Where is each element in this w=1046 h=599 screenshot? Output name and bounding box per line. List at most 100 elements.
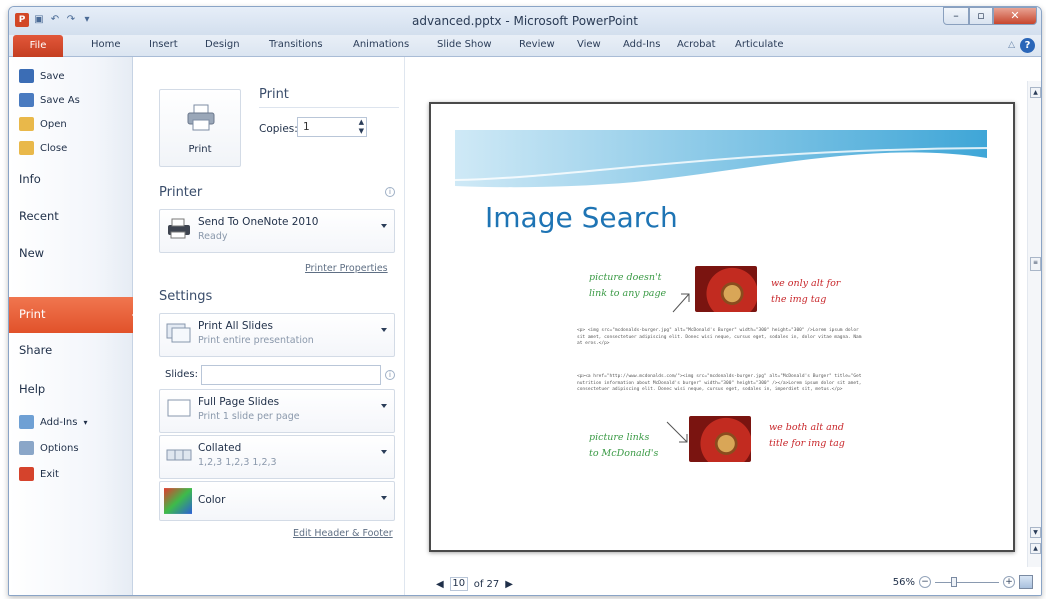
tab-transitions[interactable]: Transitions: [269, 39, 323, 50]
current-page-input[interactable]: 10: [449, 577, 468, 591]
copies-label: Copies:: [259, 123, 298, 135]
title-bar: P ▣ ↶ ↷ ▾ advanced.pptx - Microsoft Powe…: [9, 7, 1041, 35]
edit-header-footer-link[interactable]: Edit Header & Footer: [293, 528, 393, 539]
save-icon: [19, 69, 34, 83]
scroll-down-icon[interactable]: ▼: [1030, 527, 1041, 538]
annotation-green-1: picture doesn't link to any page: [589, 272, 667, 299]
tab-animations[interactable]: Animations: [353, 39, 409, 50]
options-icon: [19, 441, 34, 455]
annotation-arrow-icon: [666, 421, 688, 443]
nav-close[interactable]: Close: [19, 141, 67, 155]
layout-subtitle: Print 1 slide per page: [198, 411, 300, 422]
nav-share[interactable]: Share: [19, 343, 52, 357]
settings-section-title: Settings: [159, 289, 213, 304]
tab-view[interactable]: View: [577, 39, 601, 50]
nav-save[interactable]: Save: [19, 69, 65, 83]
close-button[interactable]: ✕: [993, 7, 1037, 25]
printer-properties-link[interactable]: Printer Properties: [305, 263, 388, 274]
spin-arrows-icon[interactable]: ▲ ▼: [359, 118, 364, 136]
printer-section-title: Printer: [159, 185, 203, 200]
nav-open[interactable]: Open: [19, 117, 67, 131]
zoom-thumb[interactable]: [951, 577, 958, 587]
color-swatch-icon: [164, 488, 192, 514]
print-settings-panel: Print Print Copies: 1 ▲ ▼ Printer i Send …: [133, 57, 405, 595]
nav-info[interactable]: Info: [19, 172, 41, 186]
help-icon[interactable]: ?: [1020, 38, 1035, 53]
zoom-out-icon[interactable]: −: [919, 576, 931, 588]
nav-exit-label: Exit: [40, 468, 59, 480]
copies-value: 1: [303, 121, 310, 133]
window-title: advanced.pptx - Microsoft PowerPoint: [412, 14, 638, 28]
previous-page-icon[interactable]: ▲: [1030, 543, 1041, 554]
zoom-slider[interactable]: [935, 576, 999, 588]
printer-device-icon: [168, 218, 190, 239]
divider: [259, 107, 399, 108]
nav-add-ins[interactable]: Add-Ins ▾: [19, 415, 87, 429]
annotation-red-2: we both alt and title for img tag: [769, 422, 845, 449]
printer-dropdown[interactable]: Send To OneNote 2010 Ready: [159, 209, 395, 253]
zoom-to-page-icon[interactable]: [1019, 575, 1033, 589]
nav-save-as-label: Save As: [40, 94, 80, 106]
tab-insert[interactable]: Insert: [149, 39, 178, 50]
nav-options[interactable]: Options: [19, 441, 79, 455]
print-heading: Print: [259, 87, 289, 102]
collation-dropdown[interactable]: Collated 1,2,3 1,2,3 1,2,3: [159, 435, 395, 479]
info-icon[interactable]: i: [385, 187, 395, 197]
minimize-button[interactable]: –: [943, 7, 969, 25]
nav-close-label: Close: [40, 142, 68, 154]
layout-dropdown[interactable]: Full Page Slides Print 1 slide per page: [159, 389, 395, 433]
nav-recent[interactable]: Recent: [19, 209, 59, 223]
powerpoint-window: P ▣ ↶ ↷ ▾ advanced.pptx - Microsoft Powe…: [8, 6, 1042, 596]
print-preview: Image Search picture doesn't link to any…: [406, 57, 1041, 595]
backstage-nav: Save Save As Open Close Info Recent New …: [9, 57, 142, 595]
close-folder-icon: [19, 141, 34, 155]
ribbon-tabs: File Home Insert Design Transitions Anim…: [9, 35, 1041, 57]
zoom-control: 56% − +: [893, 575, 1033, 589]
chevron-down-icon: [381, 224, 387, 228]
print-range-title: Print All Slides: [198, 320, 273, 332]
previous-page-arrow-icon[interactable]: ◀: [436, 579, 444, 590]
copies-stepper[interactable]: 1 ▲ ▼: [297, 117, 367, 137]
print-range-dropdown[interactable]: Print All Slides Print entire presentati…: [159, 313, 395, 357]
nav-options-label: Options: [40, 442, 79, 454]
nav-add-ins-label: Add-Ins: [40, 416, 78, 428]
chevron-down-icon: [381, 496, 387, 500]
tab-add-ins[interactable]: Add-Ins: [623, 39, 660, 50]
page-count: of 27: [473, 578, 500, 590]
zoom-level[interactable]: 56%: [893, 577, 915, 588]
scroll-up-icon[interactable]: ▲: [1030, 87, 1041, 98]
maximize-button[interactable]: ▫: [969, 7, 993, 25]
preview-scrollbar[interactable]: ▲ ≡ ▼ ▲: [1027, 81, 1041, 567]
minimize-ribbon-icon[interactable]: △: [1008, 40, 1015, 50]
nav-help[interactable]: Help: [19, 382, 45, 396]
tab-design[interactable]: Design: [205, 39, 240, 50]
nav-print[interactable]: Print: [9, 297, 142, 333]
slides-row: Slides: i: [159, 365, 395, 385]
slide-header-wave-graphic: [455, 130, 987, 188]
exit-icon: [19, 467, 34, 481]
zoom-in-icon[interactable]: +: [1003, 576, 1015, 588]
nav-print-label: Print: [19, 307, 46, 321]
scroll-thumb[interactable]: ≡: [1030, 257, 1041, 271]
tab-slide-show[interactable]: Slide Show: [437, 39, 492, 50]
chevron-down-icon: [381, 404, 387, 408]
printer-icon: [187, 104, 215, 131]
tab-review[interactable]: Review: [519, 39, 555, 50]
burger-image-1: [695, 266, 757, 312]
nav-new[interactable]: New: [19, 246, 44, 260]
print-button[interactable]: Print: [159, 89, 241, 167]
tab-articulate[interactable]: Articulate: [735, 39, 783, 50]
nav-exit[interactable]: Exit: [19, 467, 59, 481]
color-dropdown[interactable]: Color: [159, 481, 395, 521]
tab-home[interactable]: Home: [91, 39, 121, 50]
annotation-arrow-icon: [672, 293, 690, 313]
tab-file[interactable]: File: [13, 35, 63, 57]
info-icon[interactable]: i: [385, 370, 395, 380]
next-page-arrow-icon[interactable]: ▶: [505, 579, 513, 590]
layout-title: Full Page Slides: [198, 396, 280, 408]
tab-acrobat[interactable]: Acrobat: [677, 39, 716, 50]
collated-icon: [166, 449, 192, 461]
code-snippet-2: <p><a href="http://www.mcdonalds.com/"><…: [577, 374, 862, 392]
slides-input[interactable]: [201, 365, 381, 385]
nav-save-as[interactable]: Save As: [19, 93, 80, 107]
